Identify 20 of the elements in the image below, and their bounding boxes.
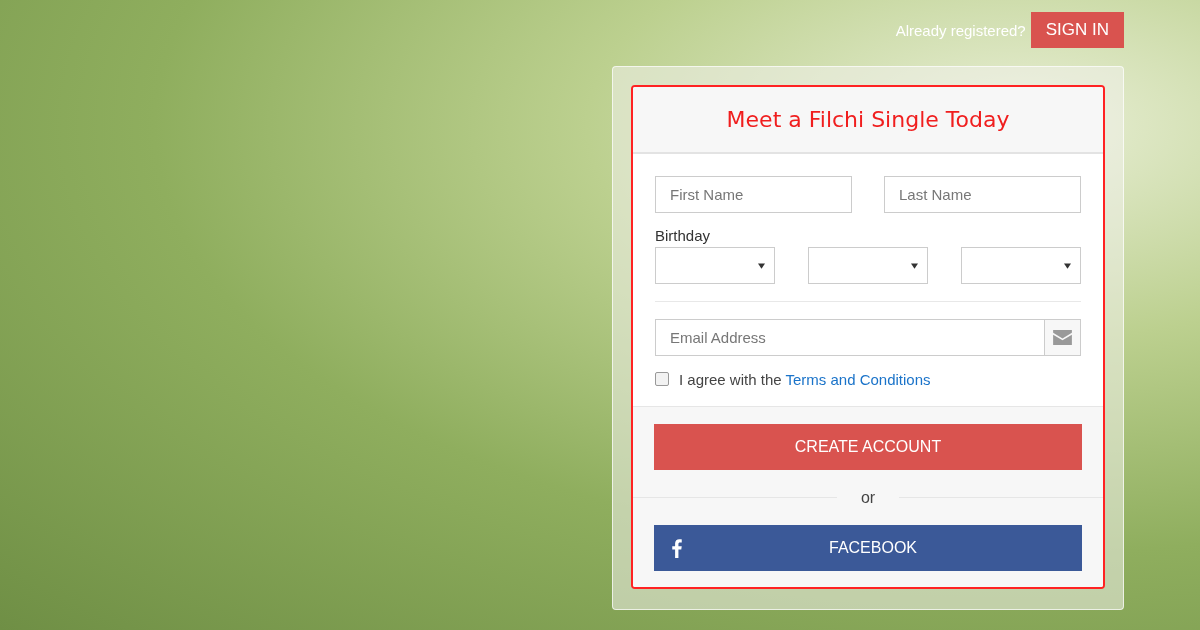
facebook-icon bbox=[672, 538, 682, 558]
birthday-label: Birthday bbox=[655, 227, 712, 244]
caret-icon bbox=[758, 262, 765, 269]
email-field[interactable]: Email Address bbox=[655, 319, 1044, 356]
facebook-button[interactable]: FACEBOOK bbox=[654, 525, 1082, 571]
birthday-select[interactable] bbox=[655, 247, 775, 284]
agree-text: I agree with the Terms and Conditions bbox=[679, 370, 931, 388]
caret-icon bbox=[1064, 262, 1071, 269]
birthday-select[interactable] bbox=[808, 247, 928, 284]
birthday-select[interactable] bbox=[961, 247, 1081, 284]
agree-checkbox[interactable] bbox=[655, 372, 669, 386]
already-registered-text: Already registered? bbox=[895, 21, 1026, 39]
caret-icon bbox=[911, 262, 918, 269]
first-name-field[interactable]: First Name bbox=[655, 176, 852, 213]
form-title: Meet a Filchi Single Today bbox=[726, 107, 1010, 132]
envelope-icon bbox=[1053, 330, 1072, 345]
last-name-field[interactable]: Last Name bbox=[884, 176, 1081, 213]
create-account-button[interactable]: CREATE ACCOUNT bbox=[654, 424, 1082, 470]
sign-in-button[interactable]: SIGN IN bbox=[1030, 12, 1124, 48]
terms-link[interactable]: Terms and Conditions bbox=[785, 370, 931, 388]
